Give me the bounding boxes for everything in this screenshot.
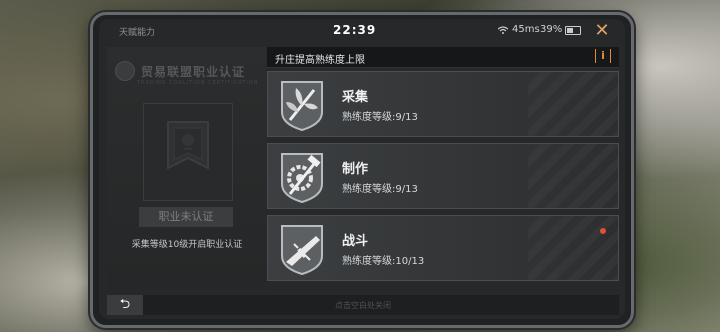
certification-hint: 采集等级10级开启职业认证 xyxy=(131,240,243,250)
skill-name: 制作 xyxy=(342,162,369,177)
wifi-icon xyxy=(498,25,508,34)
close-hint: 点击空白处关闭 xyxy=(335,301,391,310)
close-icon[interactable]: ✕ xyxy=(591,20,613,42)
header-title: 升庄提高熟练度上限 xyxy=(275,55,365,66)
crafting-gear-hammer-icon xyxy=(281,153,323,204)
notification-dot xyxy=(600,228,606,234)
certification-status: 职业未认证 xyxy=(139,207,233,227)
org-name: 贸易联盟职业认证 xyxy=(141,64,246,79)
game-screen: 天赋能力 22:39 45ms 39% ✕ 贸易联盟职业认证 TRADING C… xyxy=(99,19,625,319)
skill-card-gathering[interactable]: 采集 熟练度等级:9/13 xyxy=(267,71,619,137)
battery-percent: 39% xyxy=(540,24,563,35)
skills-header: 升庄提高熟练度上限 i xyxy=(267,47,619,68)
status-bar: 天赋能力 22:39 45ms 39% ✕ xyxy=(99,19,625,43)
coalition-logo-icon xyxy=(115,61,135,81)
skill-name: 战斗 xyxy=(342,234,369,249)
device-frame: 天赋能力 22:39 45ms 39% ✕ 贸易联盟职业认证 TRADING C… xyxy=(90,12,634,328)
clock: 22:39 xyxy=(333,23,377,37)
skill-level: 熟练度等级:9/13 xyxy=(342,184,418,195)
battery-icon xyxy=(565,26,581,35)
skill-card-crafting[interactable]: 制作 熟练度等级:9/13 xyxy=(267,143,619,209)
info-icon[interactable]: i xyxy=(595,49,611,63)
skill-level: 熟练度等级:9/13 xyxy=(342,112,418,123)
ping-value: 45ms xyxy=(512,24,540,35)
plant-gathering-icon xyxy=(281,81,323,132)
org-header: 贸易联盟职业认证 xyxy=(115,61,245,81)
skill-level: 熟练度等级:10/13 xyxy=(342,256,425,267)
bottom-bar: ⮌ 点击空白处关闭 xyxy=(107,295,619,315)
window-title: 天赋能力 xyxy=(119,28,156,38)
network-status: 45ms xyxy=(498,24,540,35)
skills-panel: 升庄提高熟练度上限 i 采集 熟练度等级:9/13 制作 熟练度等级:9/13 … xyxy=(267,47,619,289)
certification-badge-icon xyxy=(143,103,233,201)
skill-name: 采集 xyxy=(342,90,369,105)
certification-panel: 贸易联盟职业认证 TRADING COALITION CERTIFICATION… xyxy=(107,47,267,289)
org-subtitle: TRADING COALITION CERTIFICATION xyxy=(137,80,259,86)
combat-rifle-icon xyxy=(281,225,323,276)
skill-card-combat[interactable]: 战斗 熟练度等级:10/13 xyxy=(267,215,619,281)
